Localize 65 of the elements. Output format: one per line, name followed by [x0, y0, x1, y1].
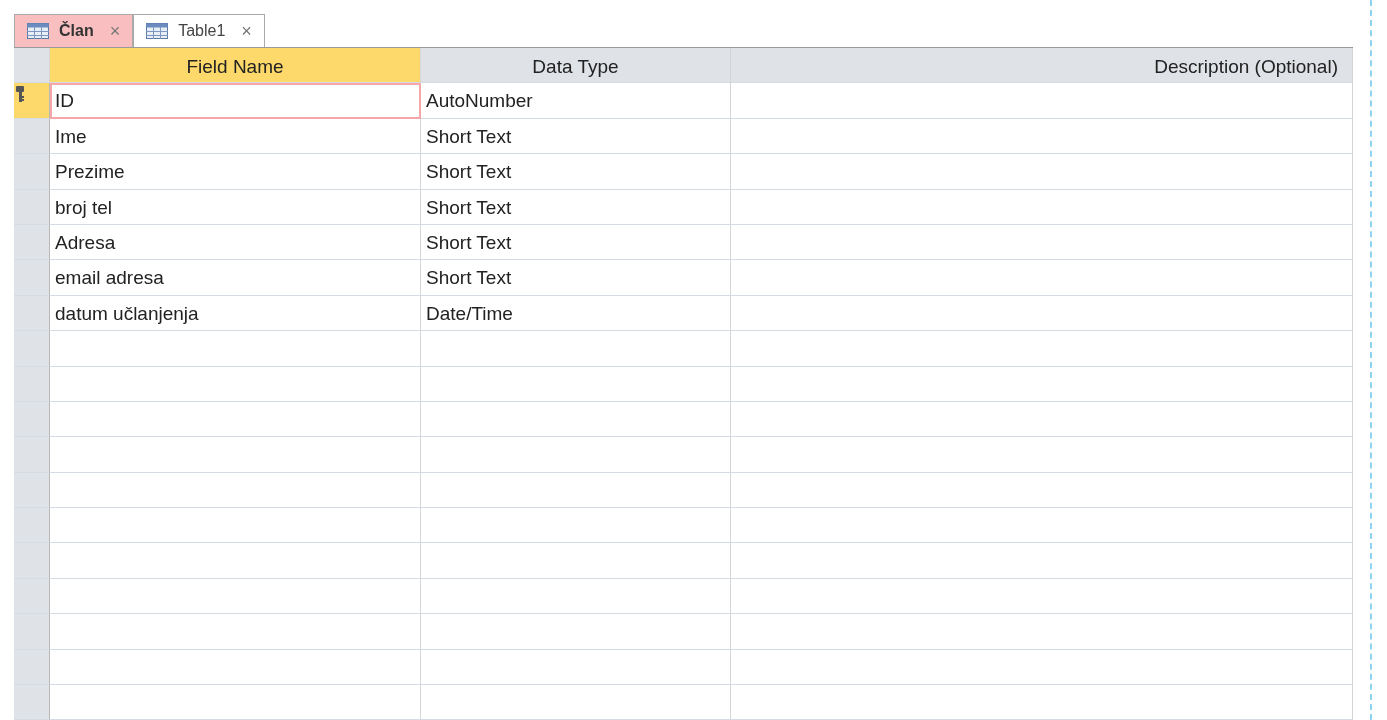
table-cell[interactable] — [50, 614, 421, 650]
table-cell[interactable] — [731, 508, 1353, 544]
table-cell[interactable] — [50, 366, 421, 402]
table-cell[interactable] — [731, 366, 1353, 402]
table-cell[interactable] — [50, 472, 421, 509]
column-header: Description (Optional) — [731, 48, 1353, 84]
table-cell[interactable] — [731, 543, 1353, 579]
tab-label: Član — [59, 20, 94, 41]
table-cell[interactable]: Date/Time — [421, 295, 731, 332]
table-cell[interactable] — [731, 331, 1353, 367]
table-cell[interactable] — [421, 331, 731, 367]
table-cell[interactable]: Short Text — [421, 189, 731, 225]
table-cell[interactable] — [731, 649, 1353, 686]
table-cell[interactable] — [421, 366, 731, 402]
table-cell[interactable] — [50, 543, 421, 579]
table-cell[interactable] — [731, 614, 1353, 650]
table-cell[interactable] — [731, 154, 1353, 190]
table-cell[interactable]: email adresa — [50, 260, 421, 296]
table-cell[interactable] — [421, 685, 731, 720]
table-cell[interactable] — [731, 260, 1353, 296]
table-cell[interactable] — [50, 685, 421, 720]
table-cell[interactable]: ID — [50, 83, 421, 119]
table-cell[interactable]: Short Text — [421, 224, 731, 261]
table-cell[interactable]: Adresa — [50, 224, 421, 261]
table-cell[interactable]: AutoNumber — [421, 83, 731, 119]
table-cell[interactable]: datum učlanjenja — [50, 295, 421, 332]
row-selector[interactable] — [14, 83, 50, 119]
table-cell[interactable]: Short Text — [421, 118, 731, 155]
table-cell[interactable]: Ime — [50, 118, 421, 155]
table-cell[interactable] — [731, 685, 1353, 720]
table-cell[interactable] — [421, 543, 731, 579]
table-cell[interactable] — [731, 437, 1353, 473]
column-header: Field Name — [50, 48, 421, 84]
table-cell[interactable] — [731, 83, 1353, 119]
table-cell[interactable] — [50, 508, 421, 544]
column-header: Data Type — [421, 48, 731, 84]
table-cell[interactable] — [50, 331, 421, 367]
table-cell[interactable] — [421, 649, 731, 686]
table-cell[interactable] — [731, 224, 1353, 261]
table-cell[interactable]: broj tel — [50, 189, 421, 225]
table-cell[interactable] — [731, 578, 1353, 615]
table-cell[interactable] — [421, 401, 731, 438]
document-tab[interactable]: Table1 × — [133, 14, 265, 47]
table-cell[interactable] — [421, 578, 731, 615]
table-cell[interactable] — [731, 189, 1353, 225]
document-tab[interactable]: Član × — [14, 14, 134, 47]
table-cell[interactable] — [50, 649, 421, 686]
table-cell[interactable] — [421, 472, 731, 509]
table-cell[interactable] — [731, 401, 1353, 438]
table-cell[interactable] — [421, 508, 731, 544]
table-cell[interactable]: Short Text — [421, 260, 731, 296]
table-cell[interactable]: Prezime — [50, 154, 421, 190]
table-cell[interactable] — [421, 437, 731, 473]
key-icon — [16, 86, 24, 103]
table-cell[interactable]: Short Text — [421, 154, 731, 190]
table-cell[interactable] — [731, 295, 1353, 332]
tab-label: Table1 — [178, 21, 226, 41]
table-cell[interactable] — [50, 578, 421, 615]
table-cell[interactable] — [731, 472, 1353, 509]
table-icon — [27, 23, 49, 39]
table-cell[interactable] — [421, 614, 731, 650]
table-icon — [146, 23, 169, 39]
table-cell[interactable] — [50, 437, 421, 473]
table-cell[interactable] — [50, 401, 421, 438]
table-cell[interactable] — [731, 118, 1353, 155]
